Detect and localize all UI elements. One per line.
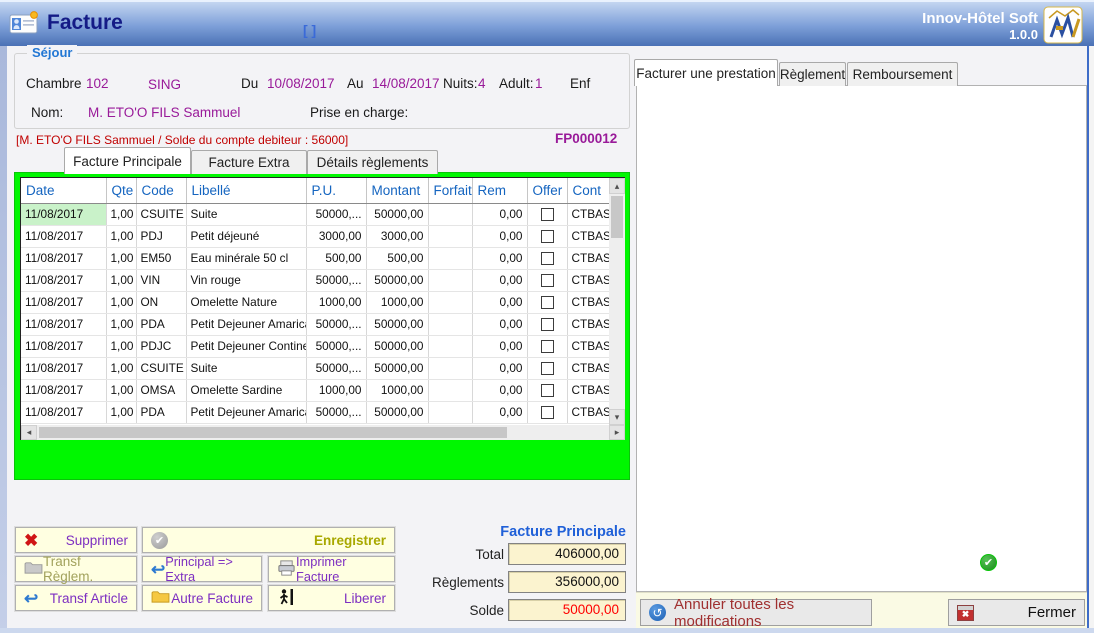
total-field: 406000,00 — [508, 543, 626, 565]
app-version: 1.0.0 — [790, 27, 1038, 43]
transf-article-button[interactable]: ↩ Transf Article — [15, 585, 137, 611]
nom-label: Nom: — [31, 105, 63, 120]
scroll-down-icon[interactable]: ▾ — [609, 409, 625, 425]
offert-checkbox[interactable] — [541, 318, 554, 331]
fermer-button[interactable]: ✖ Fermer — [948, 599, 1085, 626]
offert-checkbox[interactable] — [541, 252, 554, 265]
window-bottom-edge — [0, 628, 1094, 633]
save-check-icon: ✔ — [151, 532, 168, 549]
adult-label: Adult: — [499, 76, 534, 91]
invoice-hscrollbar[interactable]: ◂ ▸ — [21, 425, 625, 440]
undo-icon: ↺ — [649, 604, 666, 621]
page-title: Facture — [47, 11, 123, 35]
room-type-value: SING — [148, 77, 181, 92]
nuits-value: 4 — [478, 76, 486, 91]
annuler-modifications-button[interactable]: ↺ Annuler toutes les modifications — [640, 599, 872, 626]
invoice-table-row[interactable]: 11/08/20171,00PDJCPetit Dejeuner Contine… — [21, 335, 609, 357]
offert-checkbox[interactable] — [541, 230, 554, 243]
du-label: Du — [241, 76, 258, 91]
tab-facturer-prestation[interactable]: Facturer une prestation — [634, 59, 778, 86]
imprimer-facture-button[interactable]: Imprimer Facture — [268, 556, 395, 582]
debtor-status-text: [M. ETO'O FILS Sammuel / Solde du compte… — [16, 133, 348, 147]
folder-yellow-icon — [151, 589, 170, 607]
invoice-table-row[interactable]: 11/08/20171,00PDAPetit Dejeuner Amaricai… — [21, 401, 609, 423]
invoice-table-container: DateQte CodeLibellé P.U.Montant ForfaitR… — [20, 177, 625, 440]
total-label: Total — [420, 547, 504, 562]
offert-checkbox[interactable] — [541, 340, 554, 353]
window-right-edge — [1087, 46, 1094, 628]
invoice-table-row[interactable]: 11/08/20171,00CSUITESuite50000,...50000,… — [21, 203, 609, 225]
invoice-table-row[interactable]: 11/08/20171,00EM50Eau minérale 50 cl500,… — [21, 247, 609, 269]
tab-details-reglements[interactable]: Détails règlements — [307, 150, 438, 174]
scroll-up-icon[interactable]: ▴ — [609, 178, 625, 194]
app-name: Innov-Hôtel Soft — [790, 11, 1038, 27]
vscroll-thumb[interactable] — [611, 196, 623, 238]
close-box-icon: ✖ — [957, 605, 974, 621]
arrow-left-icon: ↩ — [151, 561, 165, 578]
offert-checkbox[interactable] — [541, 406, 554, 419]
titlebar: Facture [ ] Innov-Hôtel Soft 1.0.0 — [0, 0, 1094, 46]
invoice-number: FP000012 — [555, 131, 617, 146]
add-check-icon: ✔ — [980, 554, 997, 571]
arrow-left-icon: ↩ — [24, 590, 38, 607]
enregistrer-button[interactable]: ✔ Enregistrer — [142, 527, 395, 553]
sejour-caption: Séjour — [27, 45, 77, 60]
totals-title: Facture Principale — [460, 524, 626, 540]
invoice-table-row[interactable]: 11/08/20171,00PDJPetit déjeuné3000,00300… — [21, 225, 609, 247]
invoice-vscrollbar[interactable]: ▴ ▾ — [609, 178, 625, 425]
prise-en-charge-label: Prise en charge: — [310, 105, 408, 120]
transf-reglem-button[interactable]: Transf Règlem. — [15, 556, 137, 582]
solde-field: 50000,00 — [508, 599, 626, 621]
scroll-right-icon[interactable]: ▸ — [609, 425, 625, 440]
app-logo — [1043, 6, 1083, 49]
scroll-left-icon[interactable]: ◂ — [21, 425, 37, 440]
chambre-label: Chambre — [26, 76, 82, 91]
chambre-value: 102 — [86, 76, 109, 91]
reglements-field: 356000,00 — [508, 571, 626, 593]
hscroll-thumb[interactable] — [39, 427, 507, 438]
reglements-label: Règlements — [420, 575, 504, 590]
liberer-button[interactable]: Liberer — [268, 585, 395, 611]
invoice-card-icon — [9, 10, 41, 41]
exit-person-icon — [277, 588, 295, 609]
tab-facture-principale[interactable]: Facture Principale — [64, 147, 191, 174]
facture-window: Facture [ ] Innov-Hôtel Soft 1.0.0 Séjou… — [0, 0, 1094, 633]
autre-facture-button[interactable]: Autre Facture — [142, 585, 262, 611]
window-left-edge — [0, 46, 7, 633]
principal-extra-button[interactable]: ↩ Principal => Extra — [142, 556, 262, 582]
delete-x-icon: ✖ — [24, 532, 38, 549]
offert-checkbox[interactable] — [541, 296, 554, 309]
invoice-header-row: DateQte CodeLibellé P.U.Montant ForfaitR… — [21, 178, 609, 203]
au-value: 14/08/2017 — [372, 76, 440, 91]
invoice-table-row[interactable]: 11/08/20171,00PDAPetit Dejeuner Amaricai… — [21, 313, 609, 335]
offert-checkbox[interactable] — [541, 208, 554, 221]
nuits-label: Nuits: — [443, 76, 478, 91]
folder-gray-icon — [24, 560, 43, 578]
invoice-table: DateQte CodeLibellé P.U.Montant ForfaitR… — [21, 178, 610, 424]
prestation-tab-page — [636, 85, 1087, 592]
invoice-table-body: 11/08/20171,00CSUITESuite50000,...50000,… — [21, 203, 609, 423]
titlebar-center-label: [ ] — [303, 22, 316, 38]
tab-remboursement[interactable]: Remboursement — [847, 62, 958, 86]
tab-facture-extra[interactable]: Facture Extra — [191, 150, 307, 174]
offert-checkbox[interactable] — [541, 274, 554, 287]
invoice-table-row[interactable]: 11/08/20171,00CSUITESuite50000,...50000,… — [21, 357, 609, 379]
nom-value: M. ETO'O FILS Sammuel — [88, 105, 240, 120]
invoice-table-row[interactable]: 11/08/20171,00VINVin rouge50000,...50000… — [21, 269, 609, 291]
offert-checkbox[interactable] — [541, 362, 554, 375]
supprimer-button[interactable]: ✖ Supprimer — [15, 527, 137, 553]
tab-reglement[interactable]: Règlement — [779, 62, 846, 86]
invoice-table-row[interactable]: 11/08/20171,00OMSAOmelette Sardine1000,0… — [21, 379, 609, 401]
printer-icon — [277, 560, 296, 579]
invoice-table-row[interactable]: 11/08/20171,00ONOmelette Nature1000,0010… — [21, 291, 609, 313]
enf-label: Enf — [570, 76, 590, 91]
au-label: Au — [347, 76, 364, 91]
adult-value: 1 — [535, 76, 543, 91]
du-value: 10/08/2017 — [267, 76, 335, 91]
offert-checkbox[interactable] — [541, 384, 554, 397]
brand-block: Innov-Hôtel Soft 1.0.0 — [790, 11, 1038, 43]
solde-label: Solde — [420, 603, 504, 618]
